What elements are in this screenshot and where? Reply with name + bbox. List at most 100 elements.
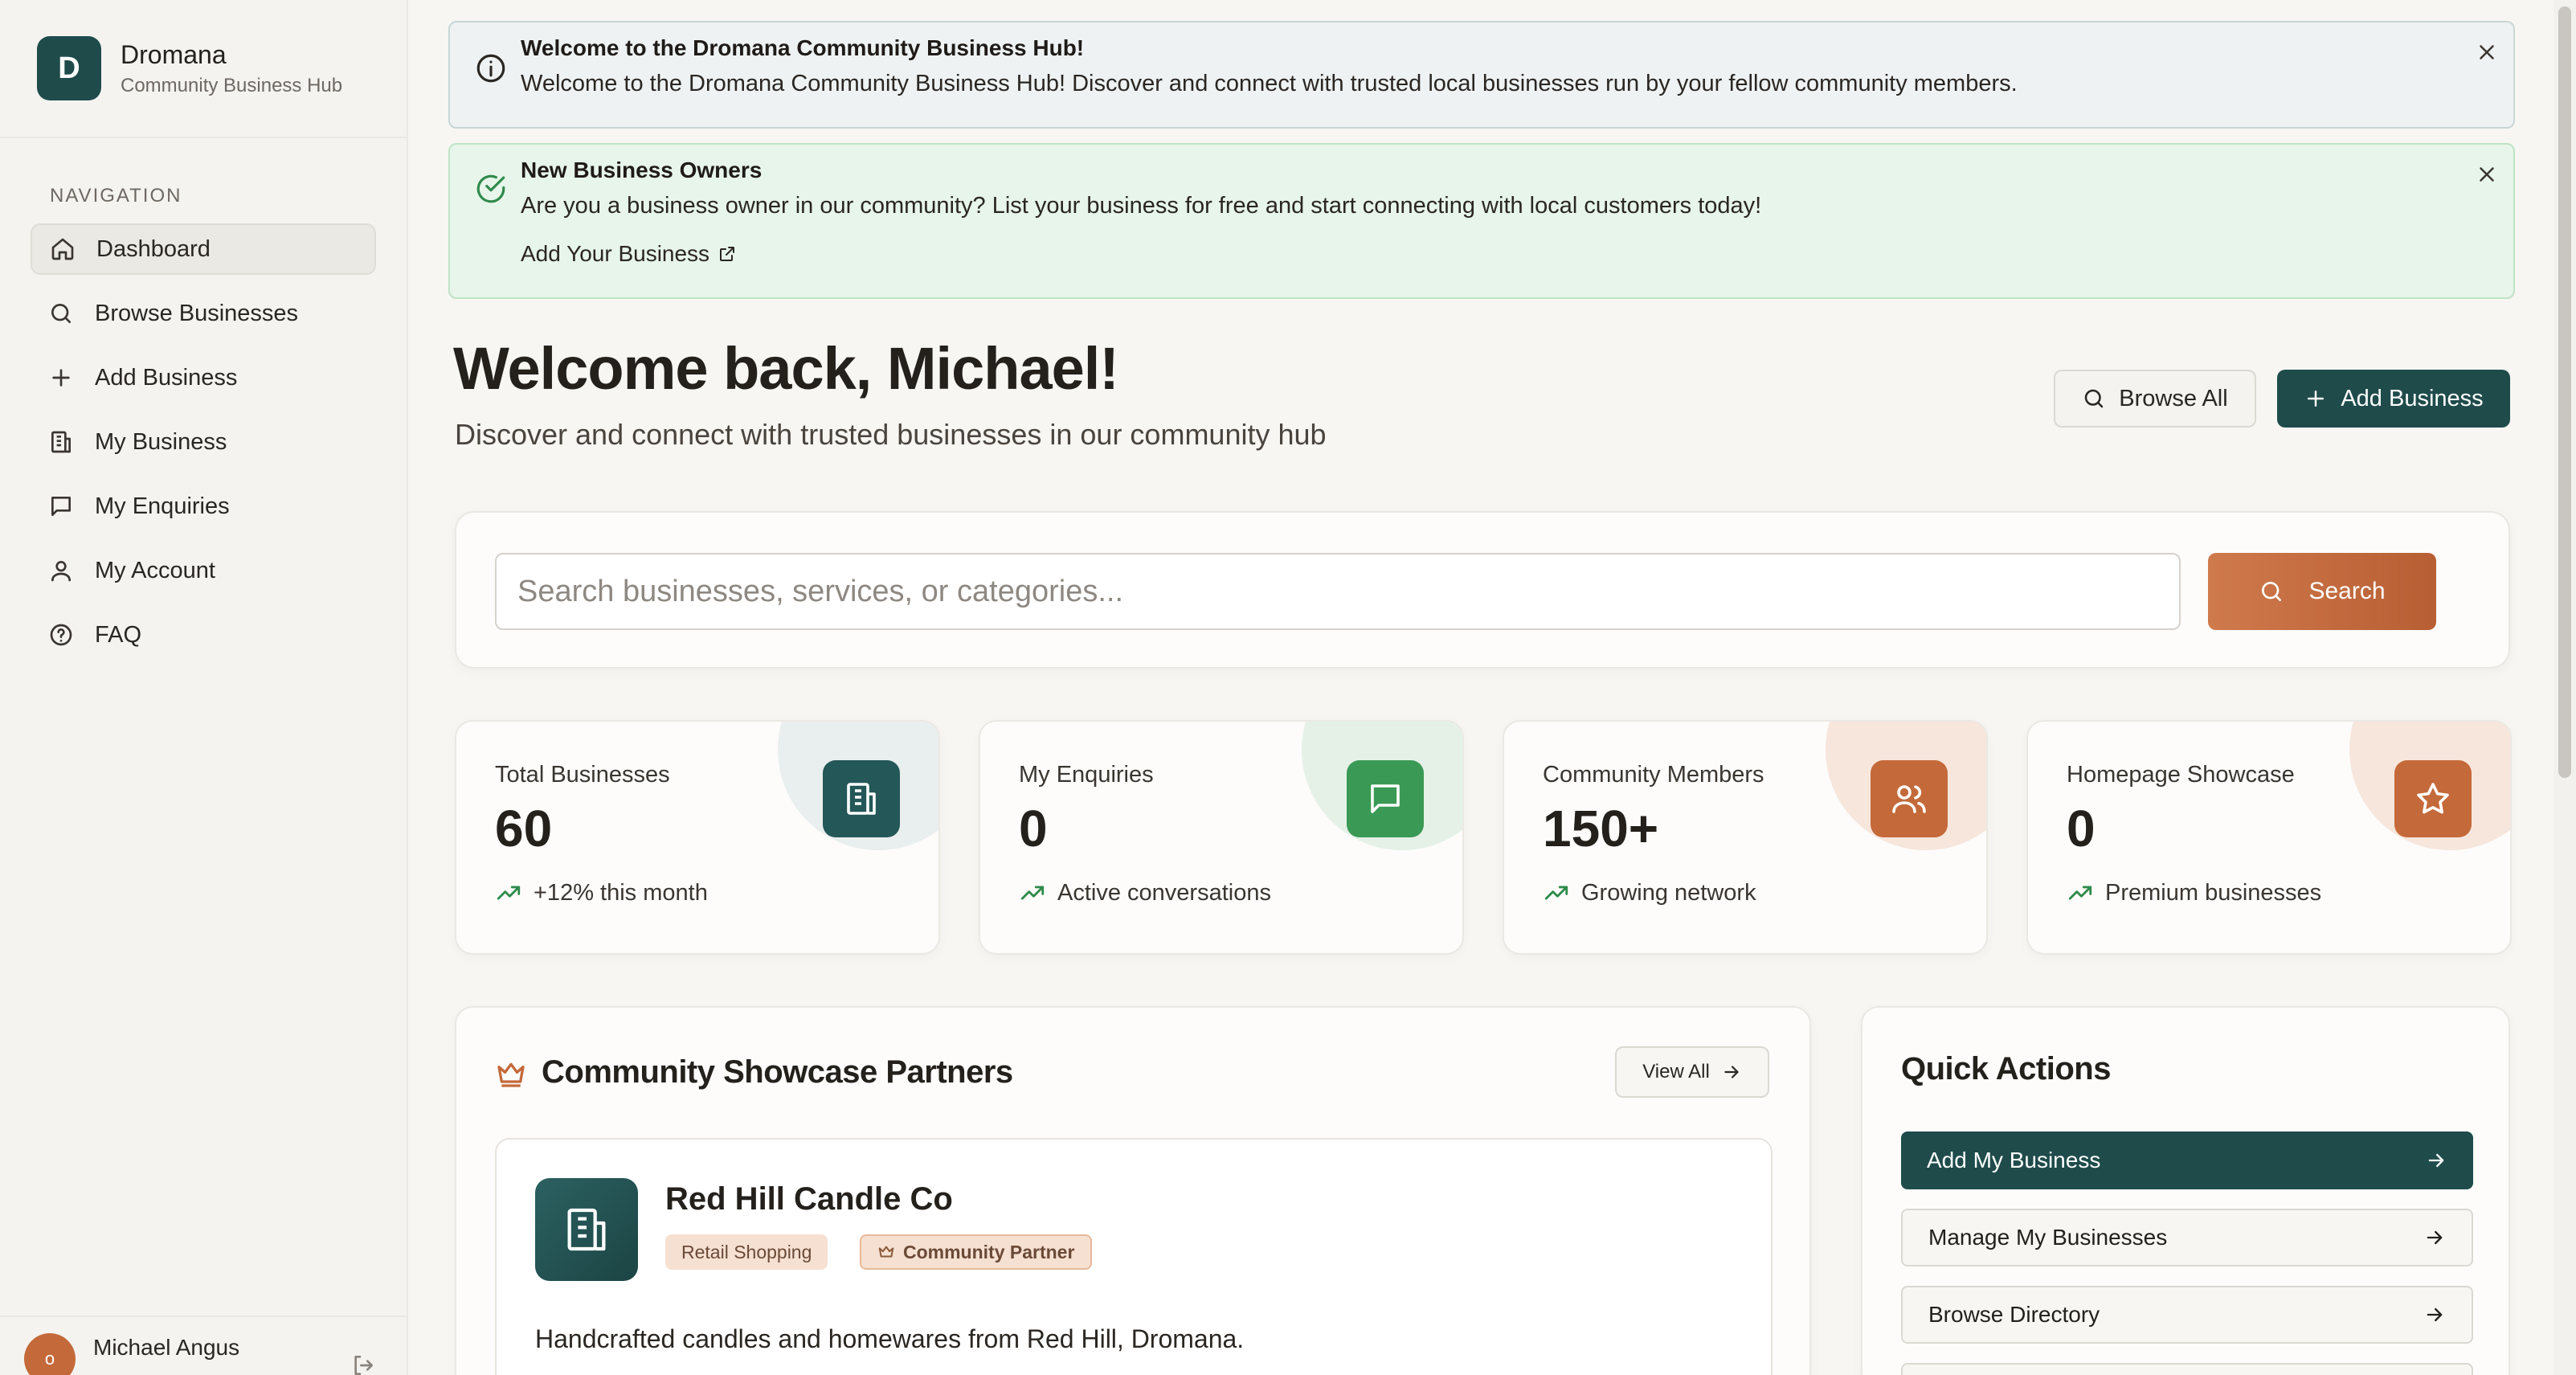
add-your-business-link[interactable]: Add Your Business (521, 241, 737, 267)
brand-subtitle: Community Business Hub (121, 74, 343, 96)
check-circle-icon (474, 172, 508, 206)
sidebar-item-my-enquiries[interactable]: My Enquiries (31, 481, 376, 532)
stat-value: 0 (1019, 800, 1048, 857)
stat-label: Total Businesses (495, 762, 670, 788)
stat-note: Growing network (1543, 879, 1756, 906)
browse-directory-button[interactable]: Browse Directory (1901, 1286, 2473, 1344)
trending-up-icon (2067, 879, 2105, 906)
plus-icon (2304, 387, 2341, 411)
business-card[interactable]: Red Hill Candle Co Retail Shopping Commu… (495, 1138, 1773, 1375)
quick-action-button[interactable] (1901, 1363, 2473, 1375)
main-content: Welcome to the Dromana Community Busines… (408, 0, 2576, 1375)
stat-label: My Enquiries (1019, 762, 1154, 788)
search-card: Search (455, 511, 2510, 669)
stat-note-text: Premium businesses (2105, 879, 2322, 906)
button-label: Search (2308, 578, 2386, 604)
user-profile[interactable]: o Michael Angus (0, 1316, 408, 1375)
crown-icon (877, 1243, 903, 1261)
sidebar-item-dashboard[interactable]: Dashboard (31, 223, 376, 275)
trending-up-icon (1543, 879, 1581, 906)
building-icon (535, 1178, 638, 1281)
building-icon (823, 760, 900, 837)
arrow-right-icon (2425, 1149, 2447, 1172)
alert-text: Are you a business owner in our communit… (521, 193, 1762, 219)
sidebar-item-browse-businesses[interactable]: Browse Businesses (31, 288, 376, 339)
button-label: Add My Business (1927, 1148, 2101, 1172)
crown-icon (495, 1058, 527, 1090)
partner-badge: Community Partner (860, 1234, 1093, 1270)
sidebar-item-label: My Business (95, 428, 227, 455)
stat-note-text: +12% this month (534, 879, 708, 906)
browse-all-button[interactable]: Browse All (2054, 370, 2256, 428)
search-icon (48, 301, 74, 326)
stat-label: Homepage Showcase (2067, 762, 2295, 788)
sidebar-item-label: FAQ (95, 621, 142, 648)
sidebar-item-label: Browse Businesses (95, 300, 299, 326)
stat-card-homepage-showcase: Homepage Showcase 0 Premium businesses (2026, 720, 2512, 955)
sidebar-item-label: My Enquiries (95, 493, 230, 519)
arrow-right-icon (2423, 1226, 2446, 1249)
stat-value: 0 (2067, 800, 2096, 857)
page-subtitle: Discover and connect with trusted busine… (455, 418, 1327, 451)
search-input[interactable] (495, 553, 2181, 630)
button-label: Manage My Businesses (1928, 1225, 2168, 1250)
new-owners-alert: New Business Owners Are you a business o… (448, 143, 2515, 299)
quick-actions-panel: Quick Actions Add My Business Manage My … (1861, 1006, 2510, 1375)
business-name: Red Hill Candle Co (665, 1181, 953, 1217)
brand[interactable]: D Dromana Community Business Hub (0, 0, 407, 138)
trending-up-icon (1019, 879, 1057, 906)
button-label: View All (1642, 1061, 1710, 1082)
avatar: o (24, 1333, 76, 1375)
alert-text: Welcome to the Dromana Community Busines… (521, 71, 2018, 96)
view-all-button[interactable]: View All (1615, 1046, 1769, 1098)
scrollbar[interactable] (2554, 0, 2576, 1375)
message-icon (1347, 760, 1424, 837)
stat-value: 60 (495, 800, 553, 857)
search-icon (2082, 387, 2119, 411)
external-link-icon (709, 244, 737, 264)
brand-logo: D (37, 36, 101, 100)
scrollbar-thumb[interactable] (2558, 6, 2571, 778)
button-label: Browse All (2119, 385, 2228, 411)
sidebar-item-add-business[interactable]: Add Business (31, 352, 376, 403)
page-title: Welcome back, Michael! (453, 335, 1119, 402)
stat-card-total-businesses: Total Businesses 60 +12% this month (455, 720, 940, 955)
button-label: Add Business (2341, 385, 2484, 411)
home-icon (50, 236, 76, 262)
search-icon (2259, 579, 2308, 604)
search-button[interactable]: Search (2208, 553, 2436, 630)
manage-my-businesses-button[interactable]: Manage My Businesses (1901, 1209, 2473, 1267)
building-icon (48, 429, 74, 455)
sidebar-item-my-business[interactable]: My Business (31, 416, 376, 468)
sidebar-item-my-account[interactable]: My Account (31, 545, 376, 596)
badge-label: Community Partner (903, 1241, 1075, 1262)
stat-note: Active conversations (1019, 879, 1271, 906)
stat-note: +12% this month (495, 879, 708, 906)
stat-note-text: Growing network (1581, 879, 1756, 906)
sidebar-nav: Dashboard Browse Businesses Add Business… (31, 223, 376, 673)
link-label: Add Your Business (521, 241, 710, 266)
message-icon (48, 493, 74, 519)
alert-title: Welcome to the Dromana Community Busines… (521, 35, 1085, 60)
stat-card-my-enquiries: My Enquiries 0 Active conversations (979, 720, 1464, 955)
arrow-right-icon (1710, 1062, 1742, 1082)
help-circle-icon (48, 622, 74, 648)
button-label: Browse Directory (1928, 1302, 2100, 1327)
sidebar-item-label: Dashboard (96, 235, 211, 262)
showcase-title: Community Showcase Partners (542, 1054, 1013, 1090)
logout-icon[interactable] (350, 1352, 376, 1375)
sidebar-item-faq[interactable]: FAQ (31, 609, 376, 661)
close-icon[interactable] (2475, 162, 2499, 186)
add-business-button[interactable]: Add Business (2277, 370, 2510, 428)
plus-icon (48, 365, 74, 391)
alert-title: New Business Owners (521, 158, 763, 182)
close-icon[interactable] (2475, 40, 2499, 64)
user-name: Michael Angus (93, 1335, 240, 1360)
sidebar-item-label: Add Business (95, 364, 238, 391)
category-badge: Retail Shopping (665, 1234, 828, 1270)
users-icon (1871, 760, 1948, 837)
nav-heading: NAVIGATION (50, 185, 182, 207)
sidebar: D Dromana Community Business Hub NAVIGAT… (0, 0, 408, 1375)
quick-actions-title: Quick Actions (1901, 1051, 2111, 1086)
add-my-business-button[interactable]: Add My Business (1901, 1132, 2473, 1189)
